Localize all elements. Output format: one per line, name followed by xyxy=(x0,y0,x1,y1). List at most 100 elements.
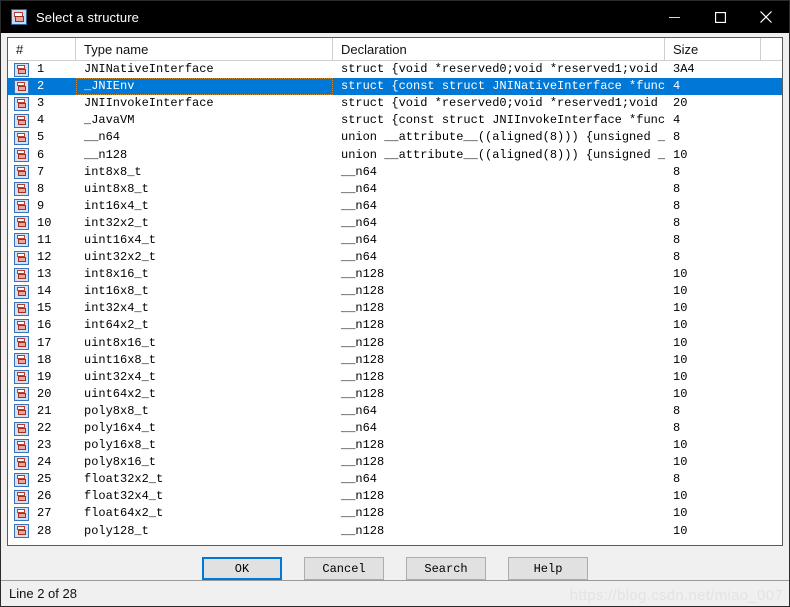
table-row[interactable]: 20 uint64x2_t __n128 10 xyxy=(8,386,782,403)
maximize-icon[interactable] xyxy=(697,1,743,33)
row-number-cell: 25 xyxy=(8,471,76,488)
minimize-icon[interactable] xyxy=(651,1,697,33)
table-row[interactable]: 23 poly16x8_t __n128 10 xyxy=(8,437,782,454)
title-bar: Select a structure xyxy=(1,1,789,33)
cancel-button[interactable]: Cancel xyxy=(304,557,384,580)
type-name-cell: int32x4_t xyxy=(84,301,149,316)
row-number-label: 18 xyxy=(37,352,52,367)
structure-icon xyxy=(14,165,29,180)
size-cell: 10 xyxy=(673,386,688,401)
row-number-cell: 11 xyxy=(8,232,76,249)
table-row[interactable]: 1 JNINativeInterface struct {void *reserve… xyxy=(8,61,782,78)
row-number-label: 15 xyxy=(37,301,52,316)
table-row[interactable]: 21 poly8x8_t __n64 8 xyxy=(8,403,782,420)
table-row[interactable]: 4 _JavaVM struct {const struct JNIInvokeIn… xyxy=(8,112,782,129)
row-number-label: 1 xyxy=(37,62,45,77)
row-number-label: 17 xyxy=(37,335,52,350)
row-number-cell: 27 xyxy=(8,505,76,522)
type-name-cell: uint32x2_t xyxy=(84,250,157,265)
row-number-label: 16 xyxy=(37,318,52,333)
table-row[interactable]: 6 __n128 union __attribute__((aligned(8)))… xyxy=(8,146,782,163)
table-row[interactable]: 26 float32x4_t __n128 10 xyxy=(8,488,782,505)
row-number-label: 8 xyxy=(37,181,45,196)
close-icon[interactable] xyxy=(743,1,789,33)
table-row[interactable]: 7 int8x8_t __n64 8 xyxy=(8,164,782,181)
structure-icon xyxy=(14,79,29,94)
declaration-cell: struct {const struct JNINativeInterface … xyxy=(341,79,665,94)
table-row[interactable]: 19 uint32x4_t __n128 10 xyxy=(8,369,782,386)
declaration-cell: __n128 xyxy=(341,335,385,350)
row-number-cell: 8 xyxy=(8,181,76,198)
type-name-cell: uint8x8_t xyxy=(84,181,149,196)
table-row[interactable]: 3 JNIInvokeInterface struct {void *reserve… xyxy=(8,95,782,112)
row-number-cell: 7 xyxy=(8,164,76,181)
structure-icon xyxy=(14,96,29,111)
type-name-cell: float64x2_t xyxy=(84,506,164,521)
column-header-declaration[interactable]: Declaration xyxy=(333,38,665,61)
help-button[interactable]: Help xyxy=(508,557,588,580)
table-row[interactable]: 13 int8x16_t __n128 10 xyxy=(8,266,782,283)
declaration-cell: __n64 xyxy=(341,198,378,213)
type-name-cell: int8x16_t xyxy=(84,267,149,282)
table-row[interactable]: 2 _JNIEnv struct {const struct JNINativeIn… xyxy=(8,78,782,96)
type-name-cell: _JNIEnv xyxy=(76,78,333,96)
type-name-cell: float32x2_t xyxy=(84,472,164,487)
structure-icon xyxy=(14,148,29,163)
row-number-cell: 18 xyxy=(8,352,76,369)
declaration-cell: __n64 xyxy=(341,250,378,265)
row-number-label: 20 xyxy=(37,386,52,401)
row-number-label: 12 xyxy=(37,250,52,265)
row-number-cell: 17 xyxy=(8,335,76,352)
declaration-cell: __n128 xyxy=(341,267,385,282)
declaration-cell: __n128 xyxy=(341,369,385,384)
structure-icon xyxy=(14,250,29,265)
status-line-label: Line 2 of 28 xyxy=(9,586,77,601)
structure-icon xyxy=(14,182,29,197)
table-row[interactable]: 24 poly8x16_t __n128 10 xyxy=(8,454,782,471)
column-header-type-name[interactable]: Type name xyxy=(76,38,333,61)
row-number-label: 9 xyxy=(37,198,45,213)
type-name-cell: int8x8_t xyxy=(84,164,142,179)
column-header-size[interactable]: Size xyxy=(665,38,761,61)
table-row[interactable]: 9 int16x4_t __n64 8 xyxy=(8,198,782,215)
table-row[interactable]: 22 poly16x4_t __n64 8 xyxy=(8,420,782,437)
type-name-cell: poly16x8_t xyxy=(84,438,157,453)
type-name-cell: poly16x4_t xyxy=(84,421,157,436)
structure-icon xyxy=(14,438,29,453)
structure-icon xyxy=(14,472,29,487)
size-cell: 3A4 xyxy=(673,62,695,77)
table-row[interactable]: 12 uint32x2_t __n64 8 xyxy=(8,249,782,266)
table-row[interactable]: 18 uint16x8_t __n128 10 xyxy=(8,352,782,369)
row-number-cell: 13 xyxy=(8,266,76,283)
structure-list[interactable]: # Type name Declaration Size 1 JNINativeI… xyxy=(7,37,783,546)
table-row[interactable]: 11 uint16x4_t __n64 8 xyxy=(8,232,782,249)
structure-icon xyxy=(14,130,29,145)
structure-icon xyxy=(14,301,29,316)
type-name-cell: int16x8_t xyxy=(84,284,149,299)
table-row[interactable]: 10 int32x2_t __n64 8 xyxy=(8,215,782,232)
structure-icon xyxy=(11,9,27,25)
size-cell: 10 xyxy=(673,455,688,470)
size-cell: 8 xyxy=(673,250,681,265)
table-row[interactable]: 27 float64x2_t __n128 10 xyxy=(8,505,782,522)
column-header-number[interactable]: # xyxy=(8,38,76,61)
row-number-label: 13 xyxy=(37,267,52,282)
row-number-label: 2 xyxy=(37,79,45,94)
column-header-filler xyxy=(761,38,782,61)
table-row[interactable]: 8 uint8x8_t __n64 8 xyxy=(8,181,782,198)
table-row[interactable]: 25 float32x2_t __n64 8 xyxy=(8,471,782,488)
table-row[interactable]: 16 int64x2_t __n128 10 xyxy=(8,317,782,334)
row-number-cell: 9 xyxy=(8,198,76,215)
table-row[interactable]: 14 int16x8_t __n128 10 xyxy=(8,283,782,300)
size-cell: 8 xyxy=(673,198,681,213)
structure-icon xyxy=(14,336,29,351)
table-row[interactable]: 15 int32x4_t __n128 10 xyxy=(8,300,782,317)
search-button[interactable]: Search xyxy=(406,557,486,580)
type-name-cell: JNINativeInterface xyxy=(84,62,214,77)
table-row[interactable]: 5 __n64 union __attribute__((aligned(8))) … xyxy=(8,129,782,146)
row-number-cell: 3 xyxy=(8,95,76,112)
type-name-cell: uint32x4_t xyxy=(84,369,157,384)
table-row[interactable]: 28 poly128_t __n128 10 xyxy=(8,523,782,540)
table-row[interactable]: 17 uint8x16_t __n128 10 xyxy=(8,335,782,352)
ok-button[interactable]: OK xyxy=(202,557,282,580)
